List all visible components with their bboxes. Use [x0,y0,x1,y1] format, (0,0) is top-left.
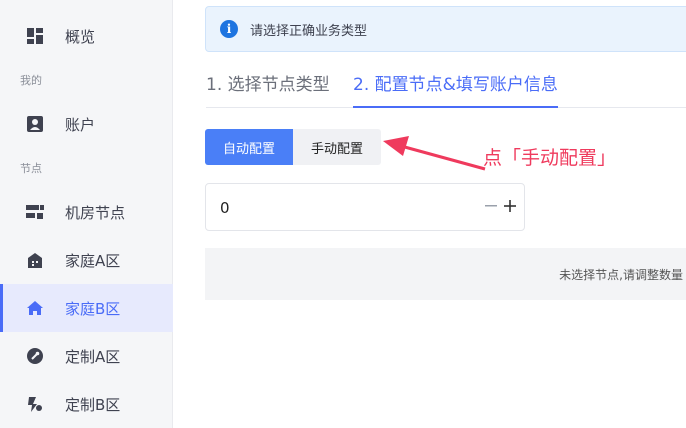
sidebar-item-overview[interactable]: 概览 [0,12,173,60]
tab-configure-node[interactable]: 2. 配置节点&填写账户信息 [353,70,558,108]
sidebar-item-custom-b[interactable]: 定制B区 [0,380,173,428]
manual-config-button[interactable]: 手动配置 [293,129,381,165]
auto-config-button[interactable]: 自动配置 [205,129,293,165]
sidebar-item-label: 机房节点 [65,203,126,222]
sidebar-item-label: 家庭A区 [65,251,121,270]
info-alert: i 请选择正确业务类型 [205,6,686,52]
sidebar-item-account[interactable]: 账户 [0,100,173,148]
sidebar-item-home-b[interactable]: 家庭B区 [0,284,173,332]
sidebar-item-label: 定制A区 [65,347,121,366]
sidebar: 概览 我的 账户 节点 机房节点 家庭A区 家庭B区 定制A区 定制B区 [0,0,173,428]
wrench-icon [25,346,45,366]
decrement-button[interactable] [484,196,498,216]
notice-text: 未选择节点,请调整数量 [559,268,683,282]
quantity-value[interactable]: 0 [220,199,230,217]
dashboard-icon [25,26,45,46]
quantity-stepper[interactable]: 0 [205,183,525,231]
sidebar-item-datacenter-node[interactable]: 机房节点 [0,188,173,236]
sidebar-item-home-a[interactable]: 家庭A区 [0,236,173,284]
sidebar-item-custom-a[interactable]: 定制A区 [0,332,173,380]
alert-text: 请选择正确业务类型 [250,23,368,39]
account-icon [25,114,45,134]
home-b-icon [25,298,45,318]
sidebar-item-label: 家庭B区 [65,299,121,318]
annotation-text: 点「手动配置」 [483,147,617,169]
increment-button[interactable] [502,196,518,216]
sidebar-item-label: 账户 [65,115,96,134]
info-icon: i [220,20,238,38]
home-a-icon [25,250,45,270]
step-tabs: 1. 选择节点类型 2. 配置节点&填写账户信息 [206,70,686,108]
sidebar-item-label: 定制B区 [65,395,121,414]
selection-notice: 未选择节点,请调整数量 [205,248,686,300]
datacenter-node-icon [25,202,45,222]
sidebar-item-label: 概览 [65,27,96,46]
tab-select-node-type[interactable]: 1. 选择节点类型 [206,70,330,107]
sidebar-group-label: 我的 [20,74,42,87]
sidebar-group-label: 节点 [20,162,42,175]
main-panel: i 请选择正确业务类型 1. 选择节点类型 2. 配置节点&填写账户信息 自动配… [173,0,686,428]
annotation-arrow [383,136,486,171]
custom-b-icon [25,394,45,414]
